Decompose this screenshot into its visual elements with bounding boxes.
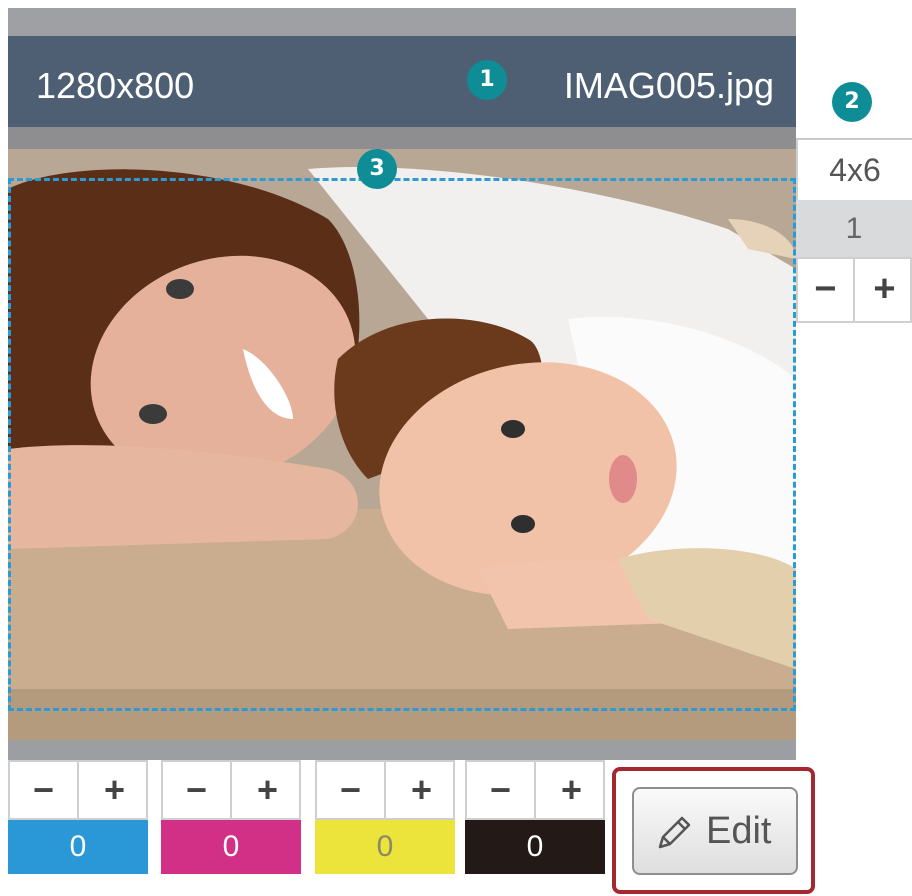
cyan-decrement-button[interactable]: − [10, 762, 79, 818]
yellow-value: 0 [315, 820, 455, 874]
crop-frame[interactable] [8, 178, 796, 711]
black-stepper: − + [465, 760, 605, 820]
cyan-increment-button[interactable]: + [80, 762, 149, 818]
callout-badge-3: 3 [357, 149, 397, 189]
yellow-stepper: − + [315, 760, 455, 820]
copies-decrement-button[interactable]: − [798, 259, 855, 321]
black-adjust: − + 0 [465, 760, 605, 874]
photo-bottom-margin [8, 740, 796, 760]
top-strip [8, 8, 796, 36]
edit-button[interactable]: Edit [632, 787, 798, 875]
cyan-value: 0 [8, 820, 148, 874]
copies-stepper: − + [796, 257, 912, 323]
yellow-increment-button[interactable]: + [387, 762, 456, 818]
callout-badge-1: 1 [467, 60, 507, 100]
edit-label: Edit [706, 810, 772, 852]
photo-top-margin [8, 127, 796, 149]
black-value: 0 [465, 820, 605, 874]
magenta-decrement-button[interactable]: − [163, 762, 232, 818]
yellow-decrement-button[interactable]: − [317, 762, 386, 818]
photo-preview[interactable]: 3 [8, 149, 796, 740]
callout-badge-2: 2 [832, 82, 872, 122]
image-info-bar: 1280x800 1 IMAG005.jpg [8, 36, 796, 127]
magenta-value: 0 [161, 820, 301, 874]
magenta-stepper: − + [161, 760, 301, 820]
copies-count: 1 [796, 200, 912, 257]
magenta-increment-button[interactable]: + [233, 762, 302, 818]
image-resolution: 1280x800 [36, 65, 195, 106]
black-decrement-button[interactable]: − [467, 762, 536, 818]
black-increment-button[interactable]: + [537, 762, 606, 818]
print-size-selector[interactable]: 4x6 [796, 140, 912, 200]
yellow-adjust: − + 0 [315, 760, 455, 874]
copies-increment-button[interactable]: + [856, 259, 912, 321]
pencil-icon [658, 816, 691, 849]
cyan-adjust: − + 0 [8, 760, 148, 874]
edit-highlight: Edit [612, 767, 815, 894]
magenta-adjust: − + 0 [161, 760, 301, 874]
image-filename: IMAG005.jpg [563, 65, 774, 106]
cyan-stepper: − + [8, 760, 148, 820]
